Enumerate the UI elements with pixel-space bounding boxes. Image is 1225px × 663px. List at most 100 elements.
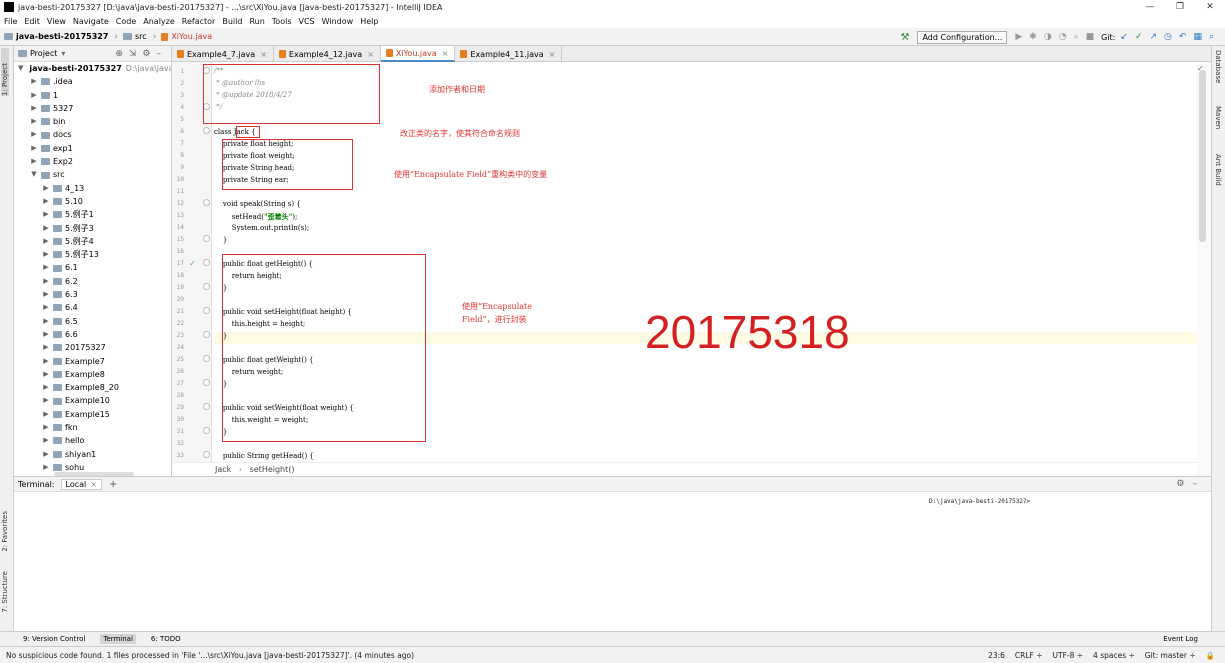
menu-help[interactable]: Help [360,17,378,26]
nav-folder-crumb[interactable]: src [123,32,147,41]
status-message[interactable]: No suspicious code found. 1 files proces… [6,651,988,660]
close-icon[interactable]: × [367,50,374,59]
chevron-right-icon[interactable]: ▶ [42,195,50,208]
fold-marker-icon[interactable] [203,259,210,266]
chevron-right-icon[interactable]: ▶ [42,301,50,314]
tree-item[interactable]: ▶ bin [14,115,171,128]
fold-marker-icon[interactable] [203,427,210,434]
project-panel-title[interactable]: Project [30,49,57,58]
tree-item[interactable]: ▶ docs [14,128,171,141]
chevron-right-icon[interactable]: ▶ [42,434,50,447]
chevron-right-icon[interactable]: ▶ [42,448,50,461]
tree-item[interactable]: ▶ Example7 [14,355,171,368]
git-commit-icon[interactable]: ✓ [1135,32,1143,42]
indent-setting[interactable]: 4 spaces ÷ [1093,651,1135,660]
chevron-right-icon[interactable]: ▶ [30,89,38,102]
tree-item[interactable]: ▶ 6.3 [14,288,171,301]
chevron-right-icon[interactable]: ▶ [42,421,50,434]
chevron-right-icon[interactable]: ▶ [42,248,50,261]
coverage-icon[interactable]: ◑ [1044,32,1052,42]
version-control-tool-button[interactable]: 9: Version Control [20,634,88,644]
tree-item[interactable]: ▶ 5327 [14,102,171,115]
chevron-down-icon[interactable]: ▼ [18,62,23,75]
chevron-right-icon[interactable]: ▶ [42,182,50,195]
maven-tool-button[interactable]: Maven [1214,106,1222,129]
file-encoding[interactable]: UTF-8 ÷ [1053,651,1084,660]
close-window-button[interactable]: ✕ [1195,0,1225,14]
tree-item[interactable]: ▶ exp1 [14,142,171,155]
fold-marker-icon[interactable] [203,403,210,410]
maximize-button[interactable]: ❐ [1165,0,1195,14]
tab-xiyou[interactable]: XiYou.java × [380,46,456,62]
search-everywhere-icon[interactable]: ⌕ [1209,32,1214,42]
tree-item[interactable]: ▶ 5.10 [14,195,171,208]
ant-build-tool-button[interactable]: Ant Build [1214,154,1222,186]
menu-tools[interactable]: Tools [272,17,292,26]
chevron-right-icon[interactable]: ▶ [42,328,50,341]
close-icon[interactable]: × [549,50,556,59]
lock-icon[interactable]: 🔒 [1206,651,1215,660]
tree-item[interactable]: ▶ 5.例子3 [14,222,171,235]
chevron-down-icon[interactable]: ▼ [30,168,38,181]
structure-tool-button[interactable]: 7: Structure [1,571,9,613]
tree-item[interactable]: ▶ Example8 [14,368,171,381]
terminal-panel[interactable]: D:\java\java-besti-20175327> [14,492,1211,631]
tree-item[interactable]: ▶ 20175327 [14,341,171,354]
menu-navigate[interactable]: Navigate [73,17,109,26]
tree-item[interactable]: ▶ 6.1 [14,261,171,274]
tree-item[interactable]: ▶ 6.6 [14,328,171,341]
debug-icon[interactable]: ✱ [1029,32,1037,42]
project-header-icons[interactable]: ⊕⇲⚙– [115,49,167,59]
database-tool-button[interactable]: Database [1214,50,1222,83]
code-editor[interactable]: 1 2 3 4 5 6 7 8 9 10 11 12 13 14 15 16 17 18 19 20 21 22 23 24 2… [172,62,1197,462]
new-terminal-icon[interactable]: + [109,479,117,490]
tree-item[interactable]: ▶ 5.例子4 [14,235,171,248]
menu-build[interactable]: Build [222,17,242,26]
minimize-button[interactable]: — [1135,0,1165,14]
event-log-button[interactable]: Event Log [1160,634,1201,644]
chevron-right-icon[interactable]: ▶ [42,381,50,394]
fold-marker-icon[interactable] [203,379,210,386]
menu-window[interactable]: Window [322,17,354,26]
nav-file-crumb[interactable]: XiYou.java [161,32,212,41]
chevron-right-icon[interactable]: ▶ [42,208,50,221]
close-icon[interactable]: × [260,50,267,59]
menu-run[interactable]: Run [249,17,264,26]
build-hammer-icon[interactable]: ⚒ [900,32,909,43]
project-tool-button[interactable]: 1: Project [1,48,9,96]
chevron-right-icon[interactable]: ▶ [42,235,50,248]
tree-item[interactable]: ▶ Exp2 [14,155,171,168]
menu-refactor[interactable]: Refactor [182,17,216,26]
terminal-header-icons[interactable]: ⚙– [1176,479,1205,489]
chevron-right-icon[interactable]: ▶ [30,102,38,115]
chevron-right-icon[interactable]: ▶ [30,128,38,141]
menu-vcs[interactable]: VCS [299,17,315,26]
tab-example4-12[interactable]: Example4_12.java × [274,46,381,62]
chevron-right-icon[interactable]: ▶ [30,115,38,128]
tree-item[interactable]: ▶ 5.例子1 [14,208,171,221]
tree-item[interactable]: ▼ src [14,168,171,181]
stop-icon[interactable]: ■ [1086,32,1095,42]
tab-example4-7[interactable]: Example4_7.java × [172,46,274,62]
tree-item[interactable]: ▶ .idea [14,75,171,88]
git-rollback-icon[interactable]: ↶ [1179,32,1187,42]
chevron-right-icon[interactable]: ▶ [42,461,50,474]
fold-marker-icon[interactable] [203,331,210,338]
chevron-right-icon[interactable]: ▶ [30,155,38,168]
menu-view[interactable]: View [47,17,66,26]
close-icon[interactable]: × [90,480,97,489]
breadcrumb-class[interactable]: Jack [215,465,231,474]
chevron-right-icon[interactable]: ▶ [42,288,50,301]
chevron-right-icon[interactable]: ▶ [42,355,50,368]
tree-item[interactable]: ▶ shiyan1 [14,448,171,461]
fold-marker-icon[interactable] [203,127,210,134]
fold-marker-icon[interactable] [203,451,210,458]
chevron-right-icon[interactable]: ▶ [42,341,50,354]
nav-project-crumb[interactable]: java-besti-20175327 [4,32,108,41]
fold-marker-icon[interactable] [203,307,210,314]
git-update-icon[interactable]: ↙ [1120,32,1128,42]
tree-root[interactable]: ▼ java-besti-20175327 D:\java\java-besti… [14,62,171,75]
chevron-down-icon[interactable]: ▾ [61,49,65,58]
chevron-right-icon[interactable]: ▶ [42,368,50,381]
tree-item[interactable]: ▶ 6.2 [14,275,171,288]
